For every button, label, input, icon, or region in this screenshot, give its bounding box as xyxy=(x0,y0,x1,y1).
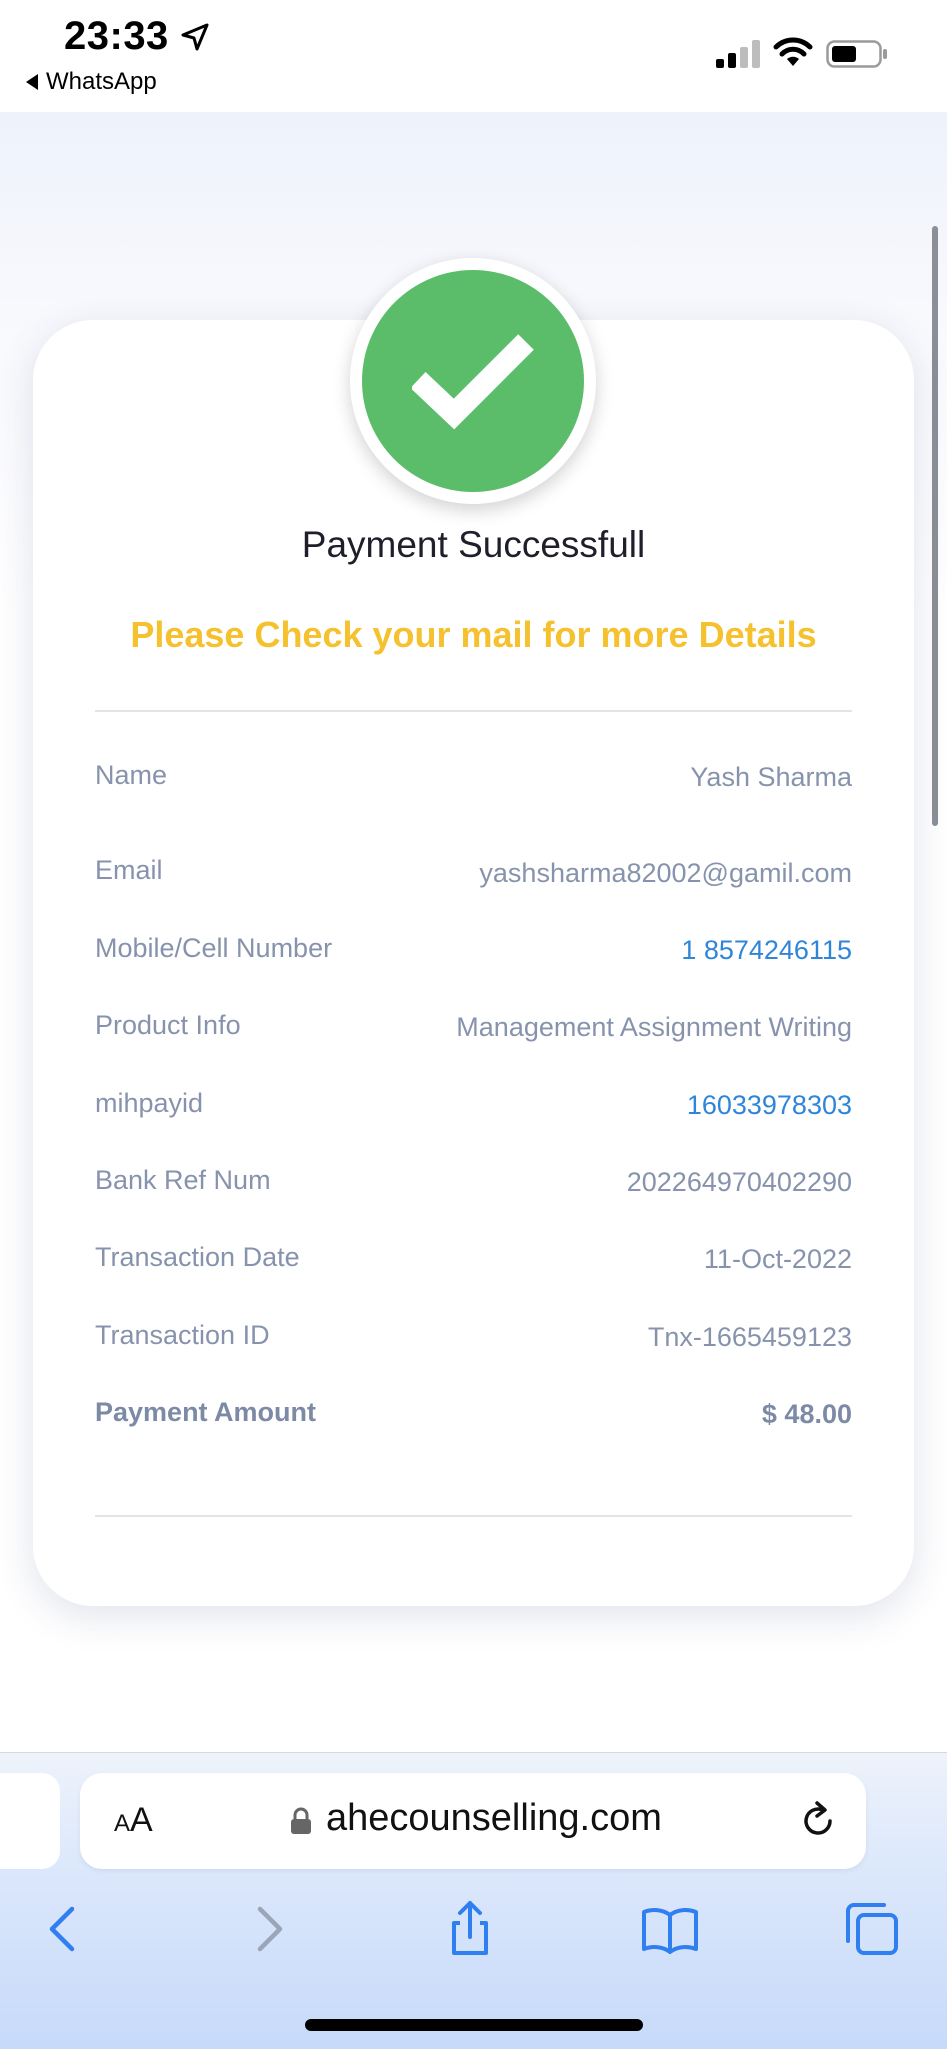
detail-row-product: Product Info Management Assignment Writi… xyxy=(95,1010,852,1050)
mihpayid-link[interactable]: 16033978303 xyxy=(687,1090,852,1121)
back-app-label: WhatsApp xyxy=(46,68,157,95)
wifi-icon xyxy=(773,37,813,66)
detail-row-transaction-id: Transaction ID Tnx-1665459123 xyxy=(95,1320,852,1360)
home-indicator[interactable] xyxy=(305,2019,643,2031)
detail-row-mihpayid: mihpayid 16033978303 xyxy=(95,1088,852,1128)
back-arrow-icon[interactable] xyxy=(34,1899,94,1959)
address-bar[interactable]: AA ahecounselling.com xyxy=(80,1773,866,1869)
bookmarks-icon[interactable] xyxy=(640,1899,700,1959)
cellular-signal-icon xyxy=(716,40,760,68)
url-domain[interactable]: ahecounselling.com xyxy=(326,1797,662,1840)
reload-icon[interactable] xyxy=(796,1799,840,1843)
payment-status-title: Payment Successfull xyxy=(301,524,646,565)
detail-row-email: Email yashsharma82002@gamil.com xyxy=(95,855,852,895)
payment-amount-value: $ 48.00 xyxy=(761,1399,852,1429)
detail-label: Mobile/Cell Number xyxy=(95,933,333,963)
detail-value[interactable]: yashsharma82002@gamil.com xyxy=(479,858,852,889)
detail-label: Bank Ref Num xyxy=(95,1165,271,1195)
detail-value: Yash Sharma xyxy=(690,762,852,792)
detail-label: Product Info xyxy=(95,1010,241,1040)
detail-value: 11-Oct-2022 xyxy=(703,1244,852,1274)
browser-toolbar: AA ahecounselling.com xyxy=(0,1752,947,2049)
success-circle xyxy=(362,270,584,492)
bottom-divider xyxy=(95,1515,852,1517)
back-to-app-link[interactable]: WhatsApp xyxy=(26,68,157,96)
success-badge xyxy=(350,258,596,504)
detail-row-name: Name Yash Sharma xyxy=(95,760,852,800)
detail-value: 202264970402290 xyxy=(626,1167,852,1197)
detail-row-amount: Payment Amount $ 48.00 xyxy=(95,1397,852,1437)
phone-link[interactable]: 1 8574246115 xyxy=(681,935,852,966)
detail-row-mobile: Mobile/Cell Number 1 8574246115 xyxy=(95,933,852,973)
detail-label: Email xyxy=(95,855,163,885)
detail-row-date: Transaction Date 11-Oct-2022 xyxy=(95,1242,852,1282)
top-divider xyxy=(95,710,852,712)
checkmark-icon xyxy=(412,334,534,430)
lock-icon xyxy=(291,1807,311,1834)
previous-tab-preview[interactable] xyxy=(0,1773,60,1869)
text-size-button[interactable]: AA xyxy=(114,1801,153,1840)
detail-label: Payment Amount xyxy=(95,1397,317,1427)
detail-value: Management Assignment Writing xyxy=(456,1012,852,1042)
detail-label: Transaction Date xyxy=(95,1242,300,1272)
status-bar: 23:33 WhatsApp xyxy=(0,0,947,112)
detail-label: Transaction ID xyxy=(95,1320,270,1350)
forward-arrow-icon[interactable] xyxy=(238,1899,298,1959)
status-time: 23:33 xyxy=(64,14,169,58)
detail-row-bank-ref: Bank Ref Num 202264970402290 xyxy=(95,1165,852,1205)
detail-value: Tnx-1665459123 xyxy=(647,1322,852,1352)
detail-label: mihpayid xyxy=(95,1088,204,1118)
check-mail-message: Please Check your mail for more Details xyxy=(130,614,817,655)
share-icon[interactable] xyxy=(440,1899,500,1959)
location-arrow-icon xyxy=(181,23,209,51)
tabs-icon[interactable] xyxy=(842,1899,902,1959)
back-triangle-icon xyxy=(26,74,38,90)
detail-label: Name xyxy=(95,760,168,790)
battery-icon xyxy=(826,40,887,68)
